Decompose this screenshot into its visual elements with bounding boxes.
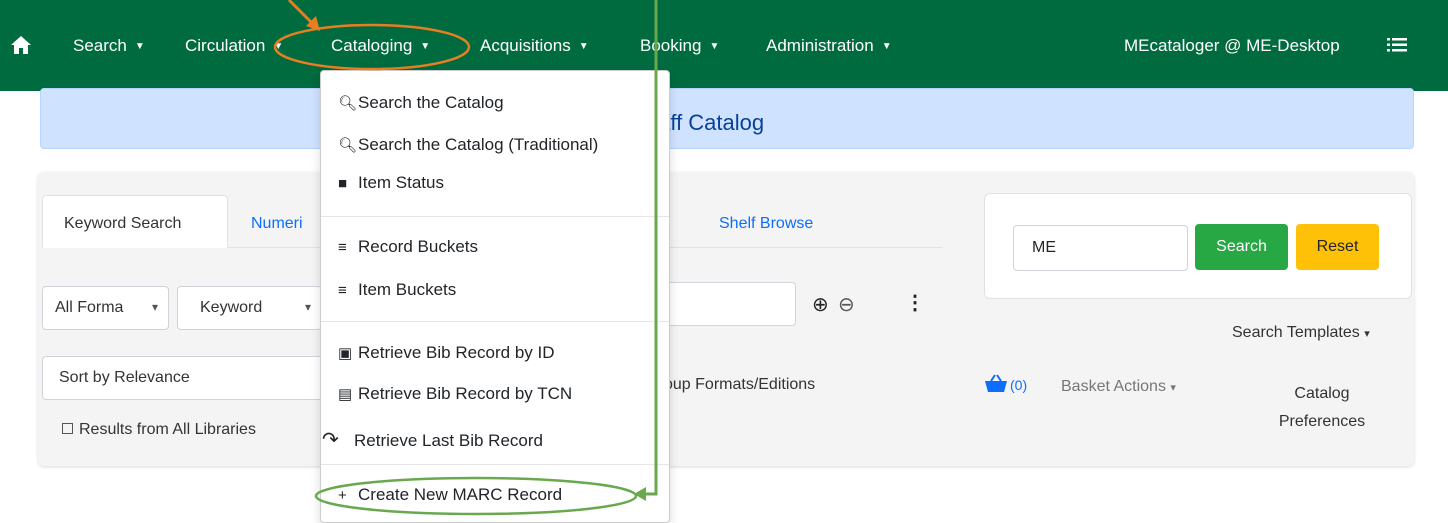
reset-button[interactable]: Reset bbox=[1296, 224, 1379, 270]
tab-shelf-browse[interactable]: Shelf Browse bbox=[719, 215, 813, 233]
group-formats-label[interactable]: oup Formats/Editions bbox=[664, 376, 815, 394]
search-templates-dropdown[interactable]: Search Templates ▾ bbox=[1232, 324, 1370, 342]
chevron-down-icon: ▼ bbox=[420, 41, 431, 52]
chevron-down-icon: ▼ bbox=[273, 41, 284, 52]
menu-item-status[interactable]: ■ Item Status bbox=[338, 173, 444, 193]
checkbox-icon[interactable] bbox=[62, 423, 73, 434]
menu-item-buckets[interactable]: ≡ Item Buckets bbox=[338, 280, 456, 300]
search-button[interactable]: Search bbox=[1195, 224, 1288, 270]
chevron-down-icon: ▼ bbox=[134, 41, 145, 52]
chevron-down-icon: ▾ bbox=[304, 300, 311, 314]
all-libraries-checkbox[interactable]: Results from All Libraries bbox=[62, 421, 256, 439]
catalog-preferences-link[interactable]: Catalog Preferences bbox=[1262, 380, 1382, 436]
menu-record-buckets[interactable]: ≡ Record Buckets bbox=[338, 237, 478, 257]
search-icon: 🔍︎ bbox=[338, 137, 358, 154]
menu-divider bbox=[321, 216, 669, 217]
menu-create-marc-record[interactable]: + Create New MARC Record bbox=[338, 485, 562, 505]
sort-select[interactable]: Sort by Relevance bbox=[42, 356, 327, 400]
nav-booking[interactable]: Booking ▼ bbox=[640, 36, 719, 56]
menu-search-catalog[interactable]: 🔍︎Search the Catalog bbox=[338, 93, 504, 113]
chat-bubbles-icon: ■ bbox=[338, 175, 348, 192]
format-select[interactable]: All Forma ▾ bbox=[42, 286, 169, 330]
plus-icon: + bbox=[338, 487, 347, 504]
chevron-down-icon: ▼ bbox=[578, 41, 589, 52]
chevron-down-icon: ▾ bbox=[151, 300, 158, 314]
basket-actions-dropdown[interactable]: Basket Actions ▾ bbox=[1061, 378, 1176, 396]
add-row-icon[interactable]: ⊕ bbox=[812, 292, 829, 317]
list-icon: ≡ bbox=[338, 239, 347, 256]
chevron-down-icon: ▼ bbox=[881, 41, 892, 52]
search-term-input[interactable] bbox=[664, 282, 796, 326]
remove-row-icon[interactable]: ⊖ bbox=[838, 292, 855, 317]
list-icon: ≡ bbox=[338, 282, 347, 299]
menu-retrieve-by-id[interactable]: ▣ Retrieve Bib Record by ID bbox=[338, 343, 555, 363]
home-icon[interactable] bbox=[10, 35, 32, 55]
menu-retrieve-by-tcn[interactable]: ▤ Retrieve Bib Record by TCN bbox=[338, 384, 572, 404]
basket-count[interactable]: (0) bbox=[1010, 377, 1027, 393]
menu-retrieve-last[interactable]: ↷ Retrieve Last Bib Record bbox=[322, 427, 543, 452]
redo-arrow-icon: ↷ bbox=[322, 429, 339, 451]
nav-acquisitions[interactable]: Acquisitions ▼ bbox=[480, 36, 589, 56]
tab-numeric[interactable]: Numeri bbox=[251, 215, 303, 233]
image-icon: ▣ bbox=[338, 345, 353, 362]
search-icon: 🔍︎ bbox=[338, 95, 358, 112]
tab-keyword-label[interactable]: Keyword Search bbox=[64, 215, 181, 233]
quick-search-input[interactable]: ME bbox=[1013, 225, 1188, 271]
menu-search-catalog-traditional[interactable]: 🔍︎Search the Catalog (Traditional) bbox=[338, 135, 598, 155]
nav-circulation[interactable]: Circulation ▼ bbox=[185, 36, 283, 56]
chevron-down-icon: ▼ bbox=[709, 41, 720, 52]
basket-icon[interactable] bbox=[984, 374, 1008, 394]
copy-icon: ▤ bbox=[338, 386, 353, 403]
more-options-icon[interactable]: ⋮ bbox=[905, 290, 925, 315]
nav-cataloging[interactable]: Cataloging ▼ bbox=[331, 36, 430, 56]
search-field-select[interactable]: Keyword ▾ bbox=[177, 286, 322, 330]
nav-user[interactable]: MEcataloger @ ME-Desktop bbox=[1124, 36, 1340, 56]
nav-search[interactable]: Search ▼ bbox=[73, 36, 145, 56]
nav-administration[interactable]: Administration ▼ bbox=[766, 36, 892, 56]
menu-divider bbox=[321, 321, 669, 322]
list-menu-icon[interactable] bbox=[1387, 38, 1407, 52]
menu-divider bbox=[321, 464, 669, 465]
